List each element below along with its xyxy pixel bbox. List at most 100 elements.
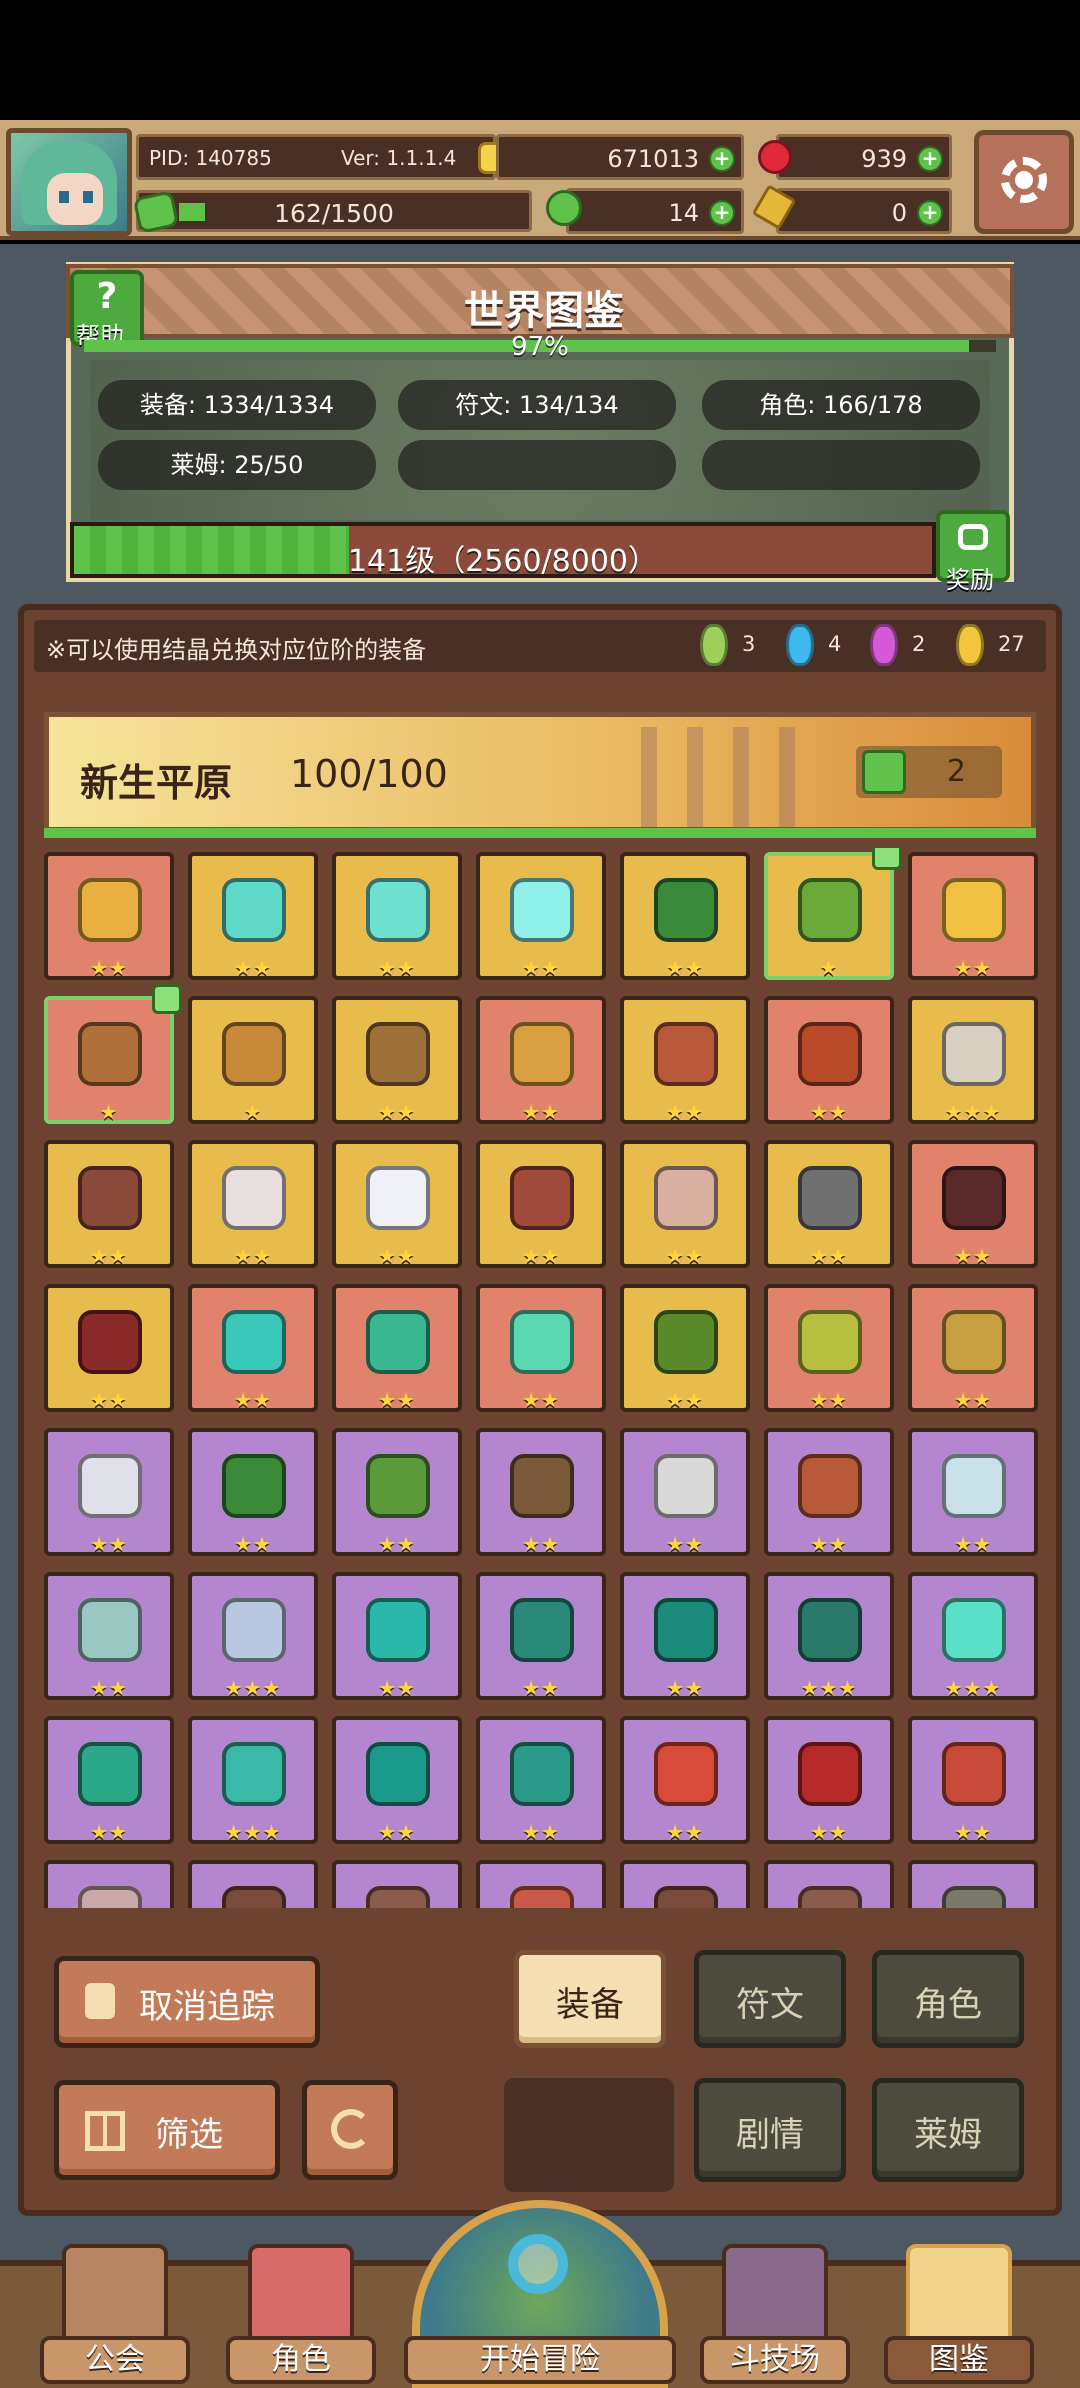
tab-equipment[interactable]: 装备 [514,1950,666,2048]
equipment-tile[interactable]: ★★ [908,1428,1038,1556]
filter-button[interactable]: 筛选 [54,2080,280,2180]
equipment-tile[interactable] [908,1860,1038,1908]
star-rating: ★★ [666,1388,704,1412]
add-ruby-button[interactable]: + [917,146,943,172]
equipment-tile[interactable]: ★★★ [188,1716,318,1844]
equipment-tile[interactable]: ★★ [332,852,462,980]
star-rating: ★★ [666,1100,704,1124]
equipment-tile[interactable]: ★★ [908,852,1038,980]
equipment-tile[interactable]: ★★ [476,1284,606,1412]
equipment-tile[interactable]: ★★ [332,1716,462,1844]
add-key-button[interactable]: + [917,200,943,226]
equipment-tile[interactable] [476,1860,606,1908]
star-rating: ★★★ [944,1100,1002,1124]
equipment-tile[interactable]: ★★ [44,852,174,980]
star-rating: ★★ [954,1388,992,1412]
equipment-tile[interactable]: ★★ [44,1284,174,1412]
equipment-tile[interactable]: ★★ [908,1284,1038,1412]
equipment-tile[interactable]: ★★ [764,1428,894,1556]
nav-atlas[interactable]: 图鉴 [884,2236,1034,2388]
equipment-tile[interactable]: ★★ [908,1716,1038,1844]
equipment-tile[interactable]: ★★ [188,1140,318,1268]
settings-button[interactable] [974,130,1074,234]
equipment-tile[interactable]: ★★ [476,1716,606,1844]
gold-value: 671013 [607,145,699,173]
equipment-tile[interactable]: ★★ [476,1140,606,1268]
star-rating: ★★ [954,1820,992,1844]
star-rating: ★★ [378,956,416,980]
add-clover-button[interactable]: + [709,200,735,226]
equipment-tile[interactable] [764,1860,894,1908]
equipment-tile[interactable]: ★★ [332,1428,462,1556]
tab-characters-label: 角色 [914,1985,982,2025]
equipment-tile[interactable] [44,1860,174,1908]
equipment-tile[interactable]: ★★ [44,1716,174,1844]
star-rating: ★★ [378,1820,416,1844]
tab-slimes[interactable]: 莱姆 [872,2078,1024,2182]
add-gold-button[interactable]: + [709,146,735,172]
player-avatar[interactable] [6,128,132,236]
nav-guild[interactable]: 公会 [40,2236,190,2388]
equipment-tile[interactable]: ★★ [332,1140,462,1268]
green-crystal-count: 3 [742,632,756,656]
equipment-item-icon [654,878,718,942]
equipment-tile[interactable]: ★★ [620,996,750,1124]
ruby-icon [758,140,792,174]
equipment-item-icon [510,1598,574,1662]
equipment-tile[interactable]: ★★ [44,1572,174,1700]
equipment-tile[interactable]: ★★★ [908,996,1038,1124]
equipment-tile[interactable]: ★★ [188,1284,318,1412]
tab-equipment-label: 装备 [556,1985,624,2025]
equipment-tile[interactable]: ★★ [764,1140,894,1268]
equipment-tile[interactable]: ★★ [620,852,750,980]
equipment-tile[interactable]: ★★ [476,1572,606,1700]
equipment-tile[interactable]: ★★ [44,1428,174,1556]
tab-runes[interactable]: 符文 [694,1950,846,2048]
equipment-tile[interactable]: ★ [44,984,182,1124]
equipment-tile[interactable]: ★★ [620,1716,750,1844]
equipment-item-icon [942,1598,1006,1662]
equipment-tile[interactable]: ★★ [764,1284,894,1412]
untrack-button[interactable]: 取消追踪 [54,1956,320,2048]
equipment-tile[interactable]: ★★ [332,1572,462,1700]
equipment-tile[interactable]: ★★ [620,1428,750,1556]
equipment-tile[interactable]: ★★ [188,1428,318,1556]
reset-filter-button[interactable] [302,2080,398,2180]
equipment-tile[interactable]: ★★ [620,1140,750,1268]
region-likes[interactable]: 2 [856,746,1002,798]
equipment-tile[interactable]: ★★ [332,1284,462,1412]
equipment-tile[interactable]: ★★ [620,1284,750,1412]
equipment-tile[interactable] [332,1860,462,1908]
equipment-tile[interactable] [620,1860,750,1908]
equipment-tile[interactable]: ★★ [764,1716,894,1844]
equipment-tile[interactable]: ★★ [188,852,318,980]
tab-characters[interactable]: 角色 [872,1950,1024,2048]
equipment-tile[interactable]: ★★ [476,852,606,980]
equipment-item-icon [78,1598,142,1662]
equipment-tile[interactable]: ★★ [476,1428,606,1556]
equipment-tile[interactable]: ★★ [620,1572,750,1700]
equipment-tile[interactable] [188,1860,318,1908]
equipment-tile[interactable]: ★★ [44,1140,174,1268]
equipment-tile[interactable]: ★★ [476,996,606,1124]
equipment-tile[interactable]: ★★ [908,1140,1038,1268]
equipment-item-icon [654,1598,718,1662]
star-rating: ★★ [522,1388,560,1412]
equipment-tile[interactable]: ★★★ [764,1572,894,1700]
star-rating: ★★ [90,1676,128,1700]
nav-character[interactable]: 角色 [226,2236,376,2388]
equipment-tile[interactable]: ★ [188,996,318,1124]
hint-text: ※可以使用结晶兑换对应位阶的装备 [46,636,427,664]
stat-slimes: 莱姆: 25/50 [98,440,376,490]
nav-adventure[interactable]: 开始冒险 [404,2200,676,2388]
tab-slimes-label: 莱姆 [914,2115,982,2155]
equipment-tile[interactable]: ★★ [332,996,462,1124]
equipment-tile[interactable]: ★★ [764,996,894,1124]
equipment-tile[interactable]: ★★★ [188,1572,318,1700]
atlas-level-bar: 141级（2560/8000） [70,522,936,579]
nav-arena[interactable]: 斗技场 [700,2236,850,2388]
tab-story[interactable]: 剧情 [694,2078,846,2182]
equipment-tile[interactable]: ★ [764,848,902,980]
equipment-tile[interactable]: ★★★ [908,1572,1038,1700]
equipment-item-icon [798,878,862,942]
